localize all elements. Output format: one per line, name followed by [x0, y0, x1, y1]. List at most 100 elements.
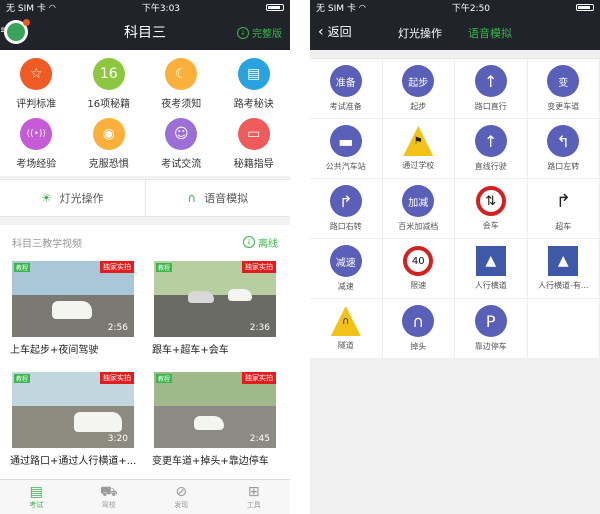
- sign-label: 人行横道-有...: [537, 281, 589, 290]
- sign-item[interactable]: 减速 减速: [310, 239, 383, 299]
- grid-item[interactable]: ((•)) 考场经验: [0, 114, 73, 174]
- exclusive-tag: 独家实拍: [100, 261, 134, 273]
- light-operation-button[interactable]: ☀ 灯光操作: [0, 180, 145, 216]
- sign-item[interactable]: ↑ 直线行驶: [455, 119, 528, 179]
- sign-label: 直线行驶: [474, 162, 507, 171]
- video-title: 变更车道+掉头+靠边停车: [152, 456, 269, 467]
- page-title: 科目三: [124, 25, 166, 41]
- notification-dot: [23, 19, 30, 26]
- offline-button[interactable]: ↓ 离线: [243, 235, 278, 250]
- video-card[interactable]: 独家实拍 教程 2:56 上车起步+夜间驾驶: [8, 259, 140, 370]
- video-title: 跟车+超车+会车: [152, 345, 229, 356]
- sign-item[interactable]: ⚑ 通过学校: [382, 119, 455, 179]
- video-card[interactable]: 独家实拍 教程 3:20 通过路口+通过人行横道+...: [8, 370, 140, 481]
- sign-label: 百米加减档: [398, 222, 439, 231]
- video-duration: 2:56: [107, 323, 128, 333]
- tab-voice-simulation[interactable]: 语音模拟: [468, 25, 512, 41]
- sixteen-icon: 16: [92, 58, 125, 90]
- sign-label: 路口直行: [474, 102, 507, 111]
- avatar[interactable]: [4, 19, 30, 44]
- sign-item[interactable]: 加减 百米加减档: [382, 179, 455, 239]
- tab-light-operation[interactable]: 灯光操作: [398, 25, 442, 41]
- video-thumbnail: 独家实拍 教程 3:20: [12, 372, 134, 448]
- tab-label: 工具: [246, 501, 261, 509]
- sign-icon: ∩: [330, 306, 361, 336]
- grid-item[interactable]: ☆ 评判标准: [0, 54, 73, 114]
- star-icon: ☆: [20, 58, 53, 90]
- sign-label: 变更车道: [547, 102, 580, 111]
- exclusive-tag: 独家实拍: [242, 261, 276, 273]
- tutorial-badge: 教程: [14, 374, 31, 383]
- sign-item[interactable]: ∩ 隧道: [310, 299, 383, 359]
- sign-item[interactable]: 变变更车道: [527, 59, 600, 119]
- sign-item[interactable]: ▬ 公共汽车站: [310, 119, 383, 179]
- sign-icon: ↱: [329, 185, 362, 217]
- grid-item[interactable]: 16 16项秘籍: [73, 54, 146, 114]
- grid-label: 考场经验: [16, 159, 57, 170]
- offline-label: 离线: [258, 238, 278, 250]
- sign-label: 路口右转: [329, 222, 362, 231]
- sign-item[interactable]: ▲ 人行横道-有...: [527, 239, 600, 299]
- sign-item[interactable]: ↰ 路口左转: [527, 119, 600, 179]
- sign-item[interactable]: ⇅ 会车: [455, 179, 528, 239]
- header-bar: ≡ 科目三 ↓ 完整版: [0, 14, 290, 50]
- light-icon: ☀: [40, 191, 52, 205]
- tab-tools[interactable]: ⊞ 工具: [218, 480, 291, 514]
- sign-item[interactable]: ↱ 超车: [527, 179, 600, 239]
- sign-item[interactable]: ↱ 路口右转: [310, 179, 383, 239]
- grid-label: 秘籍指导: [233, 159, 274, 170]
- tab-driving-school[interactable]: ⛟ 驾校: [73, 480, 146, 514]
- sign-item[interactable]: 40 限速: [382, 239, 455, 299]
- sign-icon: 40: [403, 246, 434, 276]
- left-screen: 无 SIM 卡 ◠ 下午3:03 ≡ 科目三 ↓ 完整版 ☆ 评判标准 16 16项…: [0, 0, 290, 514]
- sign-item[interactable]: 起步 起步: [382, 59, 455, 119]
- sign-label: 减速: [337, 282, 354, 291]
- video-title: 上车起步+夜间驾驶: [10, 345, 99, 356]
- status-time: 下午2:50: [451, 3, 491, 14]
- video-duration: 2:45: [249, 434, 270, 444]
- status-bar: 无 SIM 卡 ◠ 下午3:03: [0, 0, 290, 14]
- sign-label: 隧道: [337, 341, 354, 350]
- chat-icon: ▭: [237, 118, 270, 150]
- back-button[interactable]: ‹ 返回: [318, 23, 352, 40]
- sign-item[interactable]: P 靠边停车: [455, 299, 528, 359]
- tab-label: 驾校: [101, 501, 116, 509]
- bottom-tab-bar: ▤ 考试 ⛟ 驾校 ⊘ 发现 ⊞ 工具: [0, 479, 290, 514]
- sign-item[interactable]: 准备 考试准备: [310, 59, 383, 119]
- sign-item[interactable]: ▲ 人行横道: [455, 239, 528, 299]
- sign-item[interactable]: ∩ 掉头: [382, 299, 455, 359]
- grid-item[interactable]: ▭ 秘籍指导: [218, 114, 291, 174]
- sign-item[interactable]: ↑ 路口直行: [455, 59, 528, 119]
- toolbox-icon: ⊞: [247, 484, 260, 500]
- tutorial-badge: 教程: [156, 374, 173, 383]
- full-version-label: 完整版: [252, 29, 282, 40]
- voice-simulation-button[interactable]: ∩ 语音模拟: [144, 180, 291, 216]
- video-duration: 3:20: [107, 434, 128, 444]
- sign-label: 起步: [410, 102, 427, 111]
- tab-exam[interactable]: ▤ 考试: [0, 480, 73, 514]
- full-version-button[interactable]: ↓ 完整版: [237, 25, 282, 40]
- video-card[interactable]: 独家实拍 教程 2:45 变更车道+掉头+靠边停车: [150, 370, 282, 481]
- video-card[interactable]: 独家实拍 教程 2:36 跟车+超车+会车: [150, 259, 282, 370]
- mode-switcher: ☀ 灯光操作 ∩ 语音模拟: [0, 179, 290, 217]
- grid-item[interactable]: ◉ 克服恐惧: [73, 114, 146, 174]
- chevron-left-icon: ‹: [318, 23, 324, 40]
- headphones-icon: ∩: [187, 191, 197, 205]
- wifi-icon: ◠: [48, 2, 56, 12]
- sign-icon: ▬: [329, 125, 362, 157]
- sign-label: 通过学校: [402, 161, 435, 170]
- exclusive-tag: 独家实拍: [100, 372, 134, 384]
- sign-label: 路口左转: [547, 162, 580, 171]
- users-icon: ☺: [165, 118, 198, 150]
- grid-item[interactable]: ▤ 路考秘诀: [218, 54, 291, 114]
- tab-label: 发现: [174, 501, 189, 509]
- grid-label: 评判标准: [16, 99, 57, 110]
- grid-item[interactable]: ☾ 夜考须知: [145, 54, 218, 114]
- sign-icon: ∩: [402, 305, 435, 337]
- tab-discover[interactable]: ⊘ 发现: [145, 480, 218, 514]
- sign-icon: 加减: [402, 185, 435, 217]
- car-icon: ⛟: [99, 484, 118, 500]
- battery-icon: [266, 3, 284, 11]
- sign-icon: ⚑: [403, 126, 434, 156]
- grid-item[interactable]: ☺ 考试交流: [145, 114, 218, 174]
